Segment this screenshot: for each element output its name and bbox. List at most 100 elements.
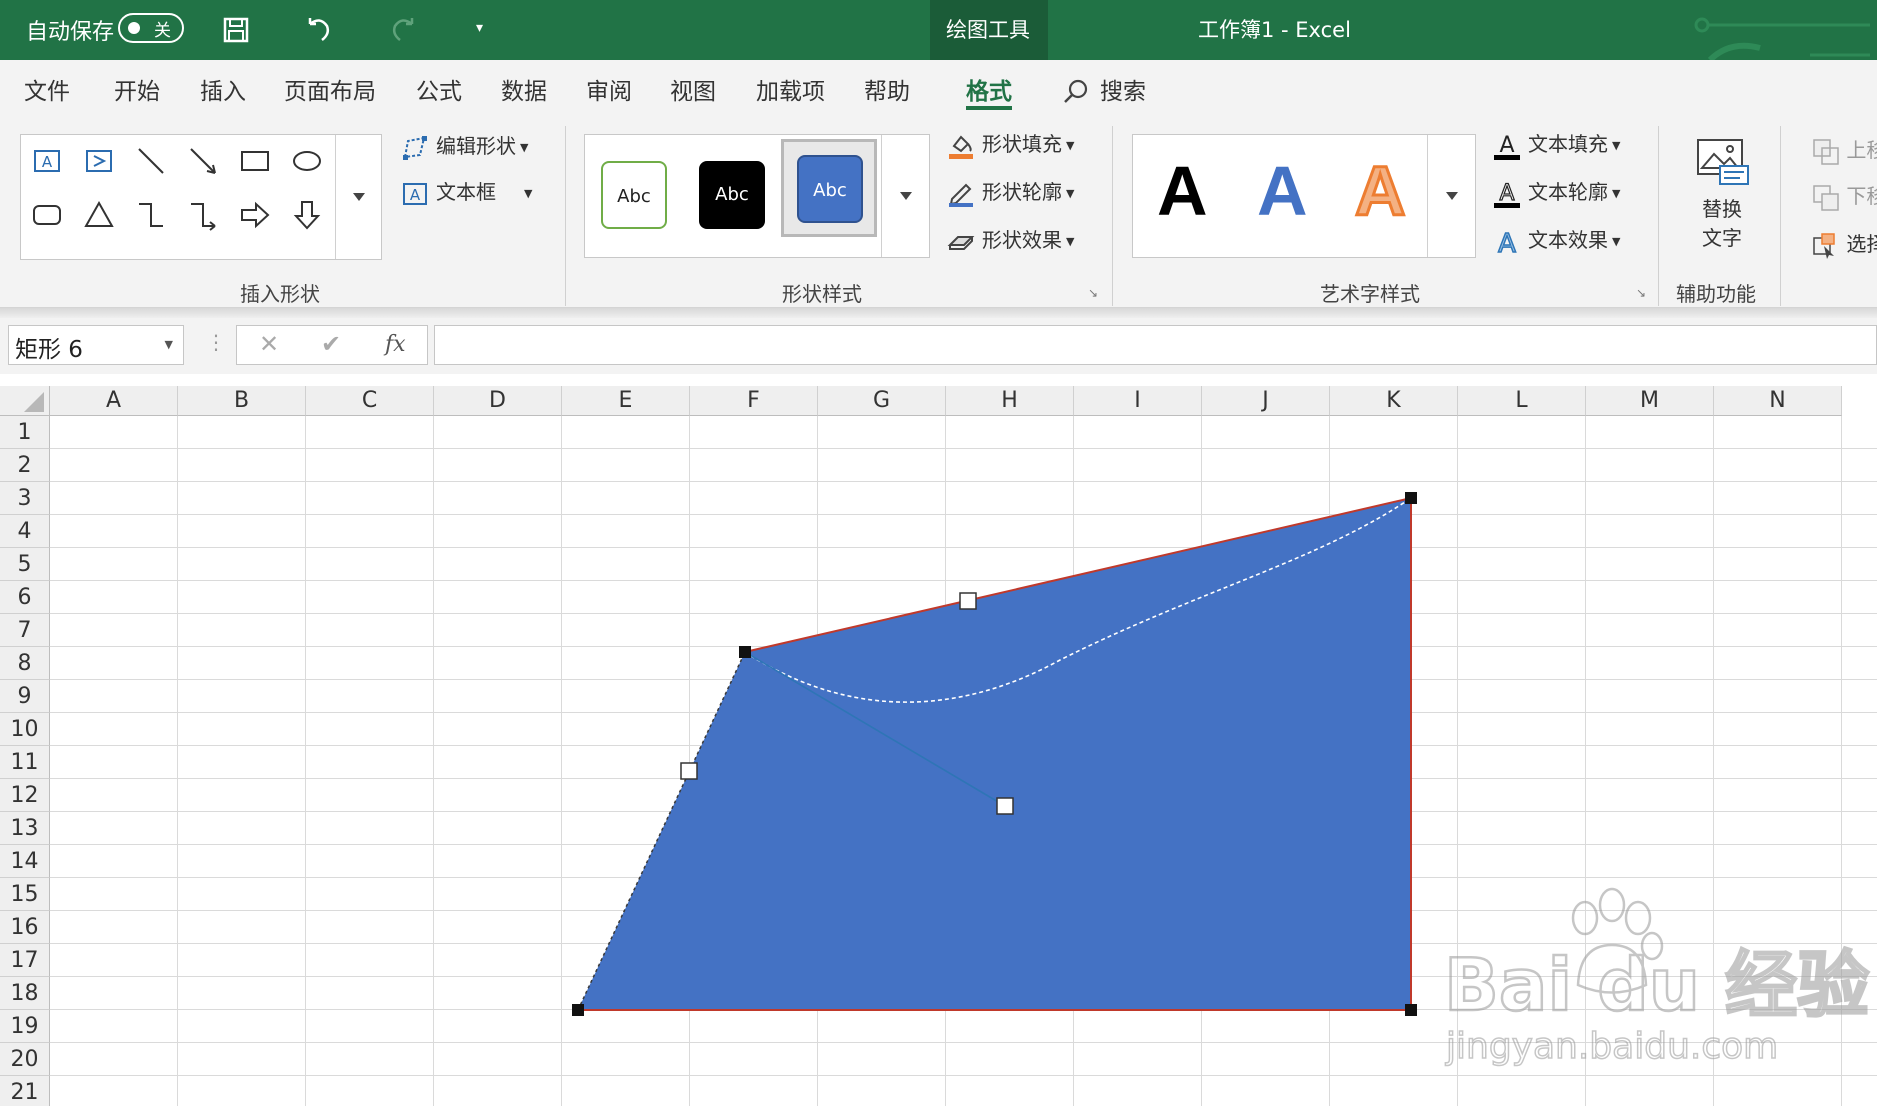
vertical-text-box-icon[interactable] xyxy=(79,141,119,181)
row-header-16[interactable]: 16 xyxy=(0,911,50,944)
tab-view[interactable]: 视图 xyxy=(670,72,716,106)
tab-format[interactable]: 格式 xyxy=(966,72,1012,106)
wordart-style-orange[interactable]: A xyxy=(1354,151,1408,232)
row-header-4[interactable]: 4 xyxy=(0,515,50,548)
selection-pane-button[interactable]: 选择 xyxy=(1812,228,1877,260)
select-all-button[interactable] xyxy=(0,386,50,416)
elbow-connector-icon[interactable] xyxy=(131,195,171,235)
redo-icon[interactable] xyxy=(384,10,424,50)
row-header-12[interactable]: 12 xyxy=(0,779,50,812)
vertex-handle[interactable] xyxy=(1405,492,1417,504)
tab-data[interactable]: 数据 xyxy=(501,72,547,106)
row-header-1[interactable]: 1 xyxy=(0,416,50,449)
bring-forward-button[interactable]: 上移 xyxy=(1812,134,1877,166)
autosave-toggle[interactable]: 关 xyxy=(118,13,184,43)
send-backward-button[interactable]: 下移 xyxy=(1812,180,1877,212)
row-header-2[interactable]: 2 xyxy=(0,449,50,482)
save-icon[interactable] xyxy=(216,10,256,50)
rounded-rectangle-shape-icon[interactable] xyxy=(27,195,67,235)
column-header-b[interactable]: B xyxy=(178,386,306,416)
shape-fill-button[interactable]: 形状填充 ▼ xyxy=(946,128,1074,161)
row-header-13[interactable]: 13 xyxy=(0,812,50,845)
row-header-9[interactable]: 9 xyxy=(0,680,50,713)
row-header-3[interactable]: 3 xyxy=(0,482,50,515)
tab-home[interactable]: 开始 xyxy=(114,72,160,106)
column-header-d[interactable]: D xyxy=(434,386,562,416)
resize-handle[interactable] xyxy=(680,762,698,780)
undo-icon[interactable] xyxy=(298,10,338,50)
tab-review[interactable]: 审阅 xyxy=(586,72,632,106)
row-header-19[interactable]: 19 xyxy=(0,1010,50,1043)
formula-bar-grip-icon[interactable]: ⋮ xyxy=(206,330,226,354)
text-fill-button[interactable]: A 文本填充 ▼ xyxy=(1492,128,1620,161)
edit-shape-button[interactable]: 编辑形状 ▼ xyxy=(400,130,528,163)
wordart-more-button[interactable] xyxy=(1427,135,1475,257)
row-header-5[interactable]: 5 xyxy=(0,548,50,581)
row-header-14[interactable]: 14 xyxy=(0,845,50,878)
shape-style-outline-green[interactable]: Abc xyxy=(601,161,667,229)
cancel-entry-icon[interactable]: ✕ xyxy=(259,330,279,358)
tab-formulas[interactable]: 公式 xyxy=(416,72,462,106)
search-box[interactable]: 搜索 xyxy=(1062,72,1146,106)
triangle-shape-icon[interactable] xyxy=(79,195,119,235)
column-header-h[interactable]: H xyxy=(946,386,1074,416)
tab-add-ins[interactable]: 加载项 xyxy=(756,72,825,106)
tab-help[interactable]: 帮助 xyxy=(864,72,910,106)
row-header-18[interactable]: 18 xyxy=(0,977,50,1010)
row-header-10[interactable]: 10 xyxy=(0,713,50,746)
insert-function-icon[interactable]: fx xyxy=(385,332,406,357)
name-box[interactable]: 矩形 6 ▼ xyxy=(8,325,184,365)
row-header-7[interactable]: 7 xyxy=(0,614,50,647)
column-header-g[interactable]: G xyxy=(818,386,946,416)
text-outline-button[interactable]: A 文本轮廓 ▼ xyxy=(1492,176,1620,209)
formula-input[interactable] xyxy=(434,325,1877,365)
row-header-11[interactable]: 11 xyxy=(0,746,50,779)
column-header-e[interactable]: E xyxy=(562,386,690,416)
column-header-a[interactable]: A xyxy=(50,386,178,416)
shape-style-black-fill[interactable]: Abc xyxy=(699,161,765,229)
resize-handle[interactable] xyxy=(959,592,977,610)
row-header-8[interactable]: 8 xyxy=(0,647,50,680)
alt-text-button[interactable]: 替换 文字 xyxy=(1694,138,1750,251)
column-header-f[interactable]: F xyxy=(690,386,818,416)
text-box-button[interactable]: A 文本框 ▼ xyxy=(400,176,532,209)
text-box-shape-icon[interactable]: A xyxy=(27,141,67,181)
row-header-17[interactable]: 17 xyxy=(0,944,50,977)
arrow-line-shape-icon[interactable] xyxy=(183,141,223,181)
line-shape-icon[interactable] xyxy=(131,141,171,181)
row-header-6[interactable]: 6 xyxy=(0,581,50,614)
column-header-c[interactable]: C xyxy=(306,386,434,416)
shape-styles-more-button[interactable] xyxy=(881,135,929,257)
shape-style-blue-fill[interactable]: Abc xyxy=(797,155,863,223)
elbow-arrow-connector-icon[interactable] xyxy=(183,195,223,235)
tab-page-layout[interactable]: 页面布局 xyxy=(284,72,376,106)
oval-shape-icon[interactable] xyxy=(287,141,327,181)
column-header-j[interactable]: J xyxy=(1202,386,1330,416)
column-header-m[interactable]: M xyxy=(1586,386,1714,416)
wordart-style-blue[interactable]: A xyxy=(1257,151,1308,231)
customize-quick-access-icon[interactable]: ▾ xyxy=(476,20,483,36)
tab-file[interactable]: 文件 xyxy=(24,72,70,106)
row-header-20[interactable]: 20 xyxy=(0,1043,50,1076)
row-header-21[interactable]: 21 xyxy=(0,1076,50,1106)
bezier-control-handle[interactable] xyxy=(996,797,1014,815)
vertex-handle[interactable] xyxy=(572,1004,584,1016)
shape-outline-button[interactable]: 形状轮廓 ▼ xyxy=(946,176,1074,209)
shape-effects-button[interactable]: 形状效果 ▼ xyxy=(946,224,1074,257)
down-arrow-shape-icon[interactable] xyxy=(287,195,327,235)
shapes-gallery-more-button[interactable] xyxy=(335,135,381,259)
rectangle-shape-icon[interactable] xyxy=(235,141,275,181)
vertex-handle[interactable] xyxy=(1405,1004,1417,1016)
text-effects-button[interactable]: A 文本效果 ▼ xyxy=(1492,224,1620,257)
column-header-n[interactable]: N xyxy=(1714,386,1842,416)
wordart-style-black[interactable]: A xyxy=(1157,151,1208,231)
right-arrow-shape-icon[interactable] xyxy=(235,195,275,235)
column-header-l[interactable]: L xyxy=(1458,386,1586,416)
column-header-k[interactable]: K xyxy=(1330,386,1458,416)
column-header-i[interactable]: I xyxy=(1074,386,1202,416)
tab-insert[interactable]: 插入 xyxy=(200,72,246,106)
vertex-handle[interactable] xyxy=(739,646,751,658)
shape-styles-launcher-icon[interactable]: ↘ xyxy=(1088,286,1098,300)
row-header-15[interactable]: 15 xyxy=(0,878,50,911)
wordart-launcher-icon[interactable]: ↘ xyxy=(1636,286,1646,300)
